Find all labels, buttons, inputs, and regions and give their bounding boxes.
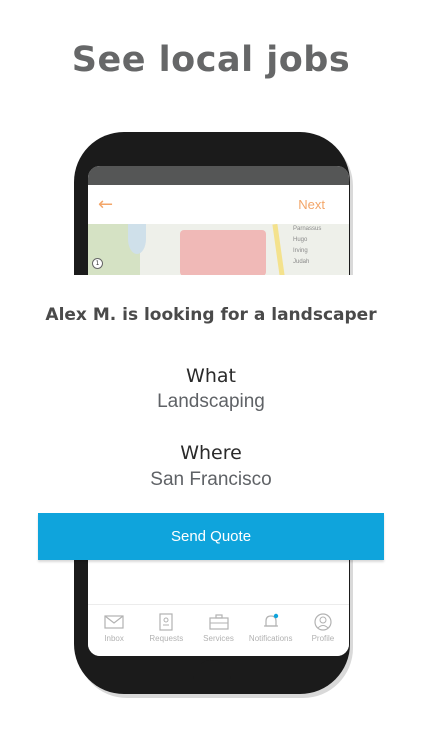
street-label: Judah <box>293 259 310 265</box>
where-label: Where <box>180 442 242 464</box>
route-badge: 1 <box>92 258 103 269</box>
send-quote-button[interactable]: Send Quote <box>38 513 384 560</box>
tab-label: Services <box>203 634 234 643</box>
map-view[interactable]: Parnassus Hugo Irving Judah 1 <box>88 224 349 276</box>
job-request-card: Alex M. is looking for a landscaper What… <box>0 275 422 513</box>
tab-inbox[interactable]: Inbox <box>88 605 140 656</box>
what-label: What <box>186 365 236 387</box>
map-water <box>128 224 146 254</box>
what-value: Landscaping <box>157 391 265 412</box>
tab-label: Notifications <box>248 634 293 643</box>
next-button[interactable]: Next <box>298 197 325 212</box>
tab-bar: Inbox Requests Services Notifications Pr… <box>88 604 349 656</box>
tab-profile[interactable]: Profile <box>297 605 349 656</box>
map-highlight-area <box>180 230 266 276</box>
street-label: Irving <box>293 248 308 254</box>
tab-services[interactable]: Services <box>192 605 244 656</box>
street-label: Hugo <box>293 237 308 243</box>
promo-headline: See local jobs <box>71 40 351 80</box>
tab-label: Requests <box>149 634 184 643</box>
arrow-left-icon[interactable]: ← <box>98 194 113 215</box>
tab-notifications[interactable]: Notifications <box>245 605 297 656</box>
envelope-icon <box>104 615 124 629</box>
tab-label: Inbox <box>104 634 124 643</box>
street-label: Parnassus <box>293 226 322 232</box>
tab-label: Profile <box>311 634 335 643</box>
job-request-title: Alex M. is looking for a landscaper <box>45 305 377 325</box>
nav-bar: ← Next <box>88 185 349 224</box>
tab-requests[interactable]: Requests <box>140 605 192 656</box>
where-value: San Francisco <box>150 469 272 490</box>
bell-icon <box>263 613 278 627</box>
clipboard-icon <box>159 613 173 631</box>
user-icon <box>314 613 332 631</box>
map-street-labels: Parnassus Hugo Irving Judah <box>293 224 349 276</box>
briefcase-icon <box>208 614 229 630</box>
phone-home-area <box>193 660 231 690</box>
status-bar <box>88 166 349 185</box>
map-road <box>272 224 285 276</box>
